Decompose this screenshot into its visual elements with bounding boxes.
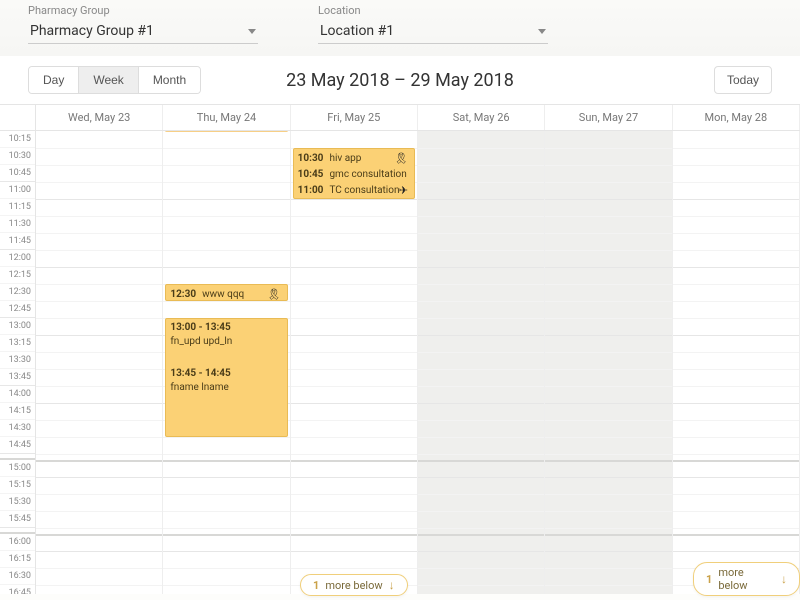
more-count: 1 <box>706 573 712 586</box>
time-slot: 16:15 <box>0 551 35 568</box>
time-slot: 16:30 <box>0 568 35 585</box>
chevron-down-icon <box>538 29 546 34</box>
chevron-down-icon <box>248 29 256 34</box>
more-below-pill[interactable]: 1 more below ↓ <box>693 562 800 596</box>
day-header-sun: Sun, May 27 <box>545 105 672 130</box>
event-block[interactable]: 13:00 - 13:45fn_upd upd_ln13:45 - 14:45f… <box>165 318 287 437</box>
day-column-thu[interactable]: 12:30 www qqq🎗 13:00 - 13:45fn_upd upd_ln… <box>163 131 290 594</box>
pharmacy-group-label: Pharmacy Group <box>28 4 258 17</box>
time-slot: 15:15 <box>0 477 35 494</box>
time-slot: 13:45 <box>0 369 35 386</box>
time-slot: 10:30 <box>0 148 35 165</box>
day-column-fri[interactable]: 10:30 hiv app🎗10:45 gmc consultation11:0… <box>291 131 418 594</box>
filter-bar: Pharmacy Group Pharmacy Group #1 Locatio… <box>0 0 800 56</box>
time-slot: 11:30 <box>0 216 35 233</box>
view-day-button[interactable]: Day <box>29 67 79 93</box>
more-below-pill[interactable]: 1 more below ↓ <box>300 574 408 596</box>
location-value: Location #1 <box>320 23 394 39</box>
time-slot: 14:15 <box>0 403 35 420</box>
time-slot: 13:30 <box>0 352 35 369</box>
location-label: Location <box>318 4 548 17</box>
time-slot: 15:45 <box>0 511 35 528</box>
day-column-wed[interactable] <box>36 131 163 594</box>
location-filter: Location Location #1 <box>318 4 548 44</box>
more-label: more below <box>718 566 775 592</box>
view-month-button[interactable]: Month <box>139 67 200 93</box>
location-select[interactable]: Location #1 <box>318 19 548 44</box>
time-slot: 13:15 <box>0 335 35 352</box>
time-slot: 12:30 <box>0 284 35 301</box>
pharmacy-group-value: Pharmacy Group #1 <box>30 23 154 39</box>
event-stub[interactable] <box>165 131 287 132</box>
view-switch: Day Week Month <box>28 66 201 94</box>
event-block[interactable]: 10:30 hiv app🎗10:45 gmc consultation11:0… <box>293 148 415 199</box>
day-header-mon: Mon, May 28 <box>673 105 800 130</box>
pharmacy-group-select[interactable]: Pharmacy Group #1 <box>28 19 258 44</box>
time-slot: 12:00 <box>0 250 35 267</box>
day-header-thu: Thu, May 24 <box>163 105 290 130</box>
airplane-icon: ✈ <box>399 184 408 198</box>
time-slot: 10:45 <box>0 165 35 182</box>
time-gutter: 10:1510:3010:4511:0011:1511:3011:4512:00… <box>0 131 36 594</box>
arrow-down-icon: ↓ <box>781 572 787 586</box>
time-slot: 13:00 <box>0 318 35 335</box>
today-button[interactable]: Today <box>714 66 772 94</box>
time-slot: 10:15 <box>0 131 35 148</box>
time-slot: 12:45 <box>0 301 35 318</box>
time-slot: 14:00 <box>0 386 35 403</box>
time-slot: 11:15 <box>0 199 35 216</box>
time-slot: 16:45 <box>0 585 35 594</box>
time-slot: 15:30 <box>0 494 35 511</box>
calendar-toolbar: Day Week Month 23 May 2018 – 29 May 2018… <box>0 56 800 104</box>
time-slot: 15:00 <box>0 460 35 477</box>
ribbon-icon: 🎗 <box>267 288 281 301</box>
more-count: 1 <box>313 579 319 592</box>
day-header-wed: Wed, May 23 <box>36 105 163 130</box>
time-slot: 11:00 <box>0 182 35 199</box>
day-column-sun[interactable] <box>545 131 672 594</box>
pharmacy-group-filter: Pharmacy Group Pharmacy Group #1 <box>28 4 258 44</box>
time-slot: 11:45 <box>0 233 35 250</box>
day-column-mon[interactable] <box>673 131 800 594</box>
ribbon-icon: 🎗 <box>394 152 408 166</box>
view-week-button[interactable]: Week <box>79 67 138 93</box>
time-slot: 12:15 <box>0 267 35 284</box>
day-header-sat: Sat, May 26 <box>418 105 545 130</box>
calendar: Wed, May 23 Thu, May 24 Fri, May 25 Sat,… <box>0 104 800 594</box>
day-column-sat[interactable] <box>418 131 545 594</box>
date-range: 23 May 2018 – 29 May 2018 <box>286 70 514 91</box>
arrow-down-icon: ↓ <box>389 578 395 592</box>
day-header-fri: Fri, May 25 <box>291 105 418 130</box>
more-label: more below <box>325 579 382 592</box>
day-headers: Wed, May 23 Thu, May 24 Fri, May 25 Sat,… <box>0 104 800 131</box>
calendar-grid[interactable]: 10:1510:3010:4511:0011:1511:3011:4512:00… <box>0 131 800 594</box>
time-slot: 14:45 <box>0 437 35 454</box>
event-block[interactable]: 12:30 www qqq🎗 <box>165 284 287 301</box>
time-slot: 16:00 <box>0 534 35 551</box>
time-slot: 14:30 <box>0 420 35 437</box>
